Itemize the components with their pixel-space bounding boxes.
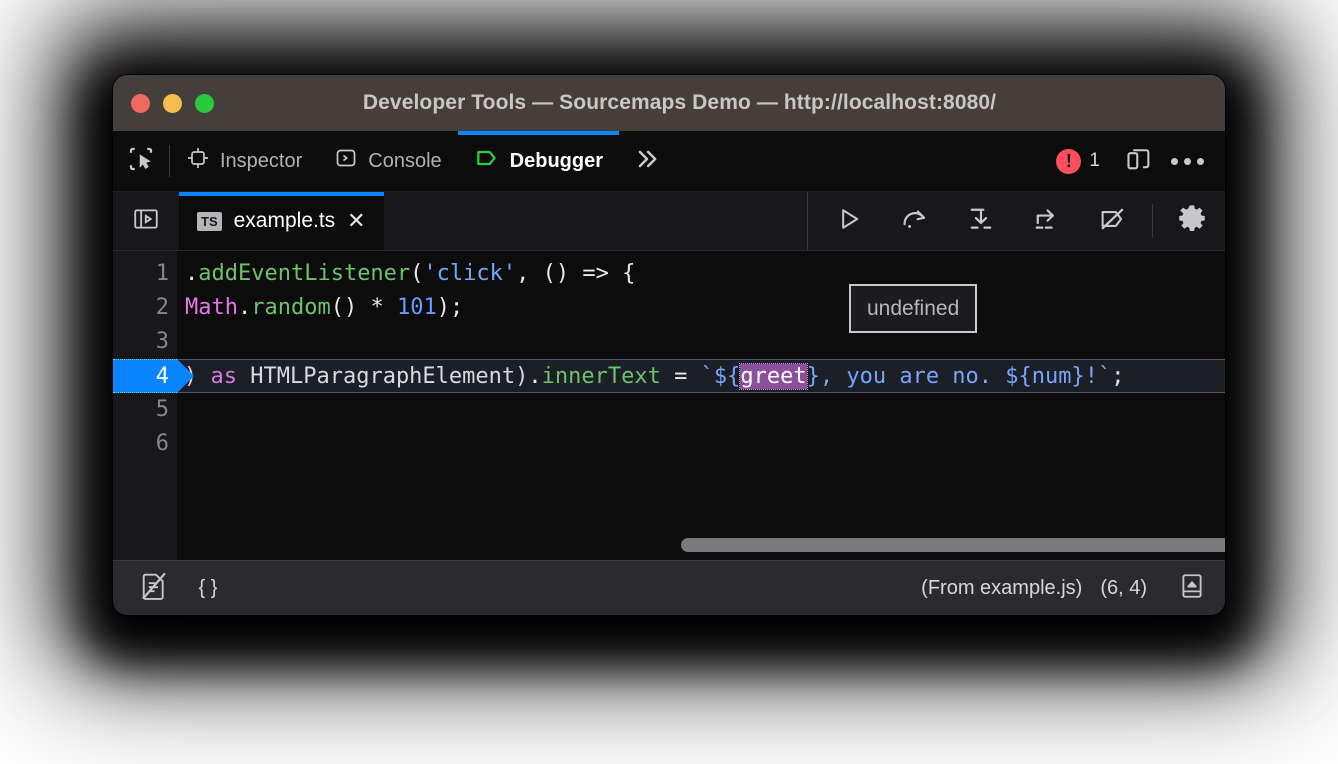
zoom-window-button[interactable] — [195, 94, 214, 113]
token-semicolon: ; — [1111, 364, 1124, 389]
breakpoints-disabled-icon — [1098, 205, 1128, 238]
horizontal-scrollbar[interactable] — [177, 538, 1225, 554]
token-paren: ( — [410, 261, 423, 286]
chevron-double-right-icon — [632, 145, 662, 178]
line-number-paused[interactable]: 4 — [113, 359, 177, 393]
token-dot: . — [528, 364, 541, 389]
source-map-icon — [140, 571, 168, 606]
toolbar-overflow-button[interactable] — [619, 131, 675, 191]
debugger-controls-divider — [1152, 204, 1153, 238]
error-icon: ! — [1056, 149, 1081, 174]
step-in-icon — [966, 205, 996, 238]
line-number-gutter[interactable]: 1 2 3 4 5 6 — [113, 251, 177, 560]
element-picker-button[interactable] — [113, 131, 169, 191]
line-number[interactable]: 3 — [113, 325, 177, 359]
pretty-print-button[interactable]: { } — [181, 566, 235, 610]
toggle-sources-sidebar-icon — [132, 206, 160, 237]
token-dot: . — [185, 261, 198, 286]
gear-icon — [1176, 203, 1208, 240]
source-tab-label: example.ts — [234, 209, 336, 233]
token-template-open: `${ — [701, 364, 741, 389]
tab-debugger-label: Debugger — [510, 151, 603, 171]
line-number[interactable]: 6 — [113, 427, 177, 461]
responsive-design-mode-icon — [1125, 145, 1153, 178]
token-tail: ); — [437, 295, 464, 320]
step-over-icon — [900, 205, 930, 238]
toggle-panel-icon — [1179, 572, 1205, 605]
token-args: , () => { — [516, 261, 635, 286]
tab-inspector[interactable]: Inspector — [170, 131, 318, 191]
debugger-icon — [474, 145, 500, 177]
tab-console-label: Console — [368, 151, 441, 171]
error-count-badge[interactable]: ! 1 — [1056, 149, 1100, 174]
code-line-2[interactable]: Math.random() * 101); — [177, 291, 1225, 325]
debugger-controls — [807, 192, 1225, 250]
resume-button[interactable] — [816, 192, 882, 250]
token-operator: * — [370, 295, 397, 320]
window-title: Developer Tools — Sourcemaps Demo — http… — [214, 91, 1145, 115]
more-options-button[interactable] — [1163, 139, 1211, 183]
tab-debugger[interactable]: Debugger — [458, 131, 619, 191]
code-line-4-paused[interactable]: ) as HTMLParagraphElement).innerText = `… — [177, 359, 1225, 393]
toggle-panel-button[interactable] — [1165, 566, 1219, 610]
close-icon[interactable]: ✕ — [347, 210, 365, 232]
tab-inspector-label: Inspector — [220, 151, 302, 171]
token-method: addEventListener — [198, 261, 410, 286]
line-number[interactable]: 2 — [113, 291, 177, 325]
window-titlebar: Developer Tools — Sourcemaps Demo — http… — [113, 75, 1225, 131]
hovered-variable-greet[interactable]: greet — [740, 364, 806, 389]
error-count-label: 1 — [1089, 150, 1100, 172]
horizontal-scrollbar-thumb[interactable] — [681, 538, 1225, 552]
more-options-icon — [1171, 158, 1204, 165]
deactivate-breakpoints-button[interactable] — [1080, 192, 1146, 250]
step-out-icon — [1032, 205, 1062, 238]
token-equals: = — [661, 364, 701, 389]
toggle-sources-sidebar-button[interactable] — [113, 192, 179, 250]
line-number[interactable]: 5 — [113, 393, 177, 427]
token-method: random — [251, 295, 330, 320]
line-number[interactable]: 1 — [113, 257, 177, 291]
token-type: HTMLParagraphElement) — [237, 364, 528, 389]
devtools-window: Developer Tools — Sourcemaps Demo — http… — [113, 75, 1225, 615]
source-editor[interactable]: 1 2 3 4 5 6 .addEventListener('click', (… — [113, 251, 1225, 560]
console-icon — [334, 146, 358, 176]
code-line-6[interactable] — [177, 427, 1225, 461]
tab-console[interactable]: Console — [318, 131, 457, 191]
source-map-button[interactable] — [127, 566, 181, 610]
code-line-1[interactable]: .addEventListener('click', () => { — [177, 257, 1225, 291]
sources-tabstrip: TS example.ts ✕ — [113, 192, 1225, 251]
token-keyword-as: as — [211, 364, 238, 389]
code-lines[interactable]: .addEventListener('click', () => { Math.… — [177, 251, 1225, 560]
element-picker-icon — [126, 144, 156, 179]
traffic-lights — [131, 94, 214, 113]
cursor-position-label: (6, 4) — [1100, 577, 1147, 600]
original-source-label: (From example.js) — [921, 577, 1082, 600]
variable-value-tooltip: undefined — [849, 284, 977, 333]
step-in-button[interactable] — [948, 192, 1014, 250]
close-window-button[interactable] — [131, 94, 150, 113]
source-tab-example-ts[interactable]: TS example.ts ✕ — [179, 192, 384, 250]
minimize-window-button[interactable] — [163, 94, 182, 113]
pretty-print-label: { } — [199, 577, 218, 600]
token-property: innerText — [542, 364, 661, 389]
typescript-file-icon: TS — [197, 212, 222, 231]
devtools-toolbar: Inspector Console Debugger — [113, 131, 1225, 192]
token-object: Math — [185, 295, 238, 320]
step-out-button[interactable] — [1014, 192, 1080, 250]
step-over-button[interactable] — [882, 192, 948, 250]
editor-statusbar: { } (From example.js) (6, 4) — [113, 560, 1225, 615]
token-parens: () — [331, 295, 371, 320]
code-line-5[interactable] — [177, 393, 1225, 427]
inspector-icon — [186, 146, 210, 176]
debugger-settings-button[interactable] — [1159, 192, 1225, 250]
token-template-rest: }, you are no. ${num}!` — [807, 364, 1112, 389]
responsive-design-mode-button[interactable] — [1115, 139, 1163, 183]
token-dot: . — [238, 295, 251, 320]
play-icon — [835, 205, 863, 238]
token-number: 101 — [397, 295, 437, 320]
token-string: 'click' — [423, 261, 516, 286]
code-line-3[interactable] — [177, 325, 1225, 359]
